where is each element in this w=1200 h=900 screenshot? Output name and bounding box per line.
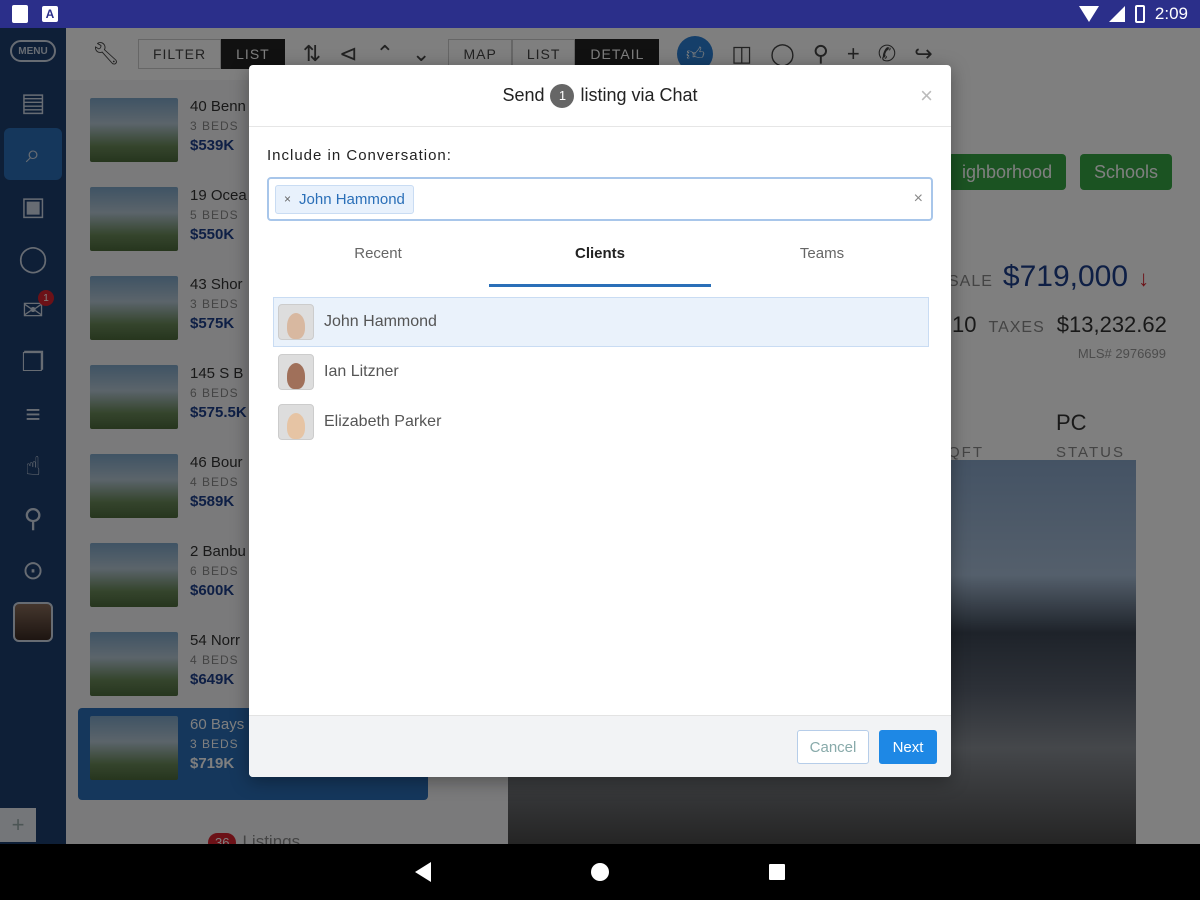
app-notification-icon: A [42,6,58,22]
signal-icon [1108,6,1125,22]
client-avatar [278,404,314,440]
tab-teams[interactable]: Teams [711,237,933,287]
home-icon[interactable] [591,863,609,881]
client-avatar [278,354,314,390]
client-list: John Hammond Ian Litzner Elizabeth Parke… [273,297,929,447]
status-time: 2:09 [1154,4,1188,23]
client-row[interactable]: Ian Litzner [273,347,929,397]
modal-title-prefix: Send [502,85,545,105]
notification-icon [12,5,28,23]
recent-apps-icon[interactable] [769,864,785,880]
recipient-input[interactable]: × John Hammond × [267,177,933,221]
send-listing-modal: Send 1 listing via Chat × Include in Con… [249,65,951,777]
modal-footer: Cancel Next [249,715,951,777]
next-button[interactable]: Next [879,730,937,764]
back-icon[interactable] [415,862,431,882]
recipient-chip[interactable]: × John Hammond [275,184,414,214]
client-row[interactable]: Elizabeth Parker [273,397,929,447]
include-label: Include in Conversation: [267,147,452,164]
battery-icon [1134,5,1145,23]
remove-recipient-icon[interactable]: × [284,192,291,206]
recipient-chip-label: John Hammond [299,190,405,208]
client-row[interactable]: John Hammond [273,297,929,347]
client-avatar [278,304,314,340]
status-bar: A 2:09 [0,0,1200,28]
client-name: Elizabeth Parker [324,413,442,430]
clear-recipients-icon[interactable]: × [914,190,923,208]
tab-recent[interactable]: Recent [267,237,489,287]
system-nav-bar [0,844,1200,900]
client-name: John Hammond [324,313,437,330]
cancel-button[interactable]: Cancel [797,730,869,764]
tab-clients[interactable]: Clients [489,237,711,287]
client-name: Ian Litzner [324,363,399,380]
app-window: MENU ▤ ⌕ ▣ ◯ ✉1 ❐ ≡ ☝ ⚲ ⊙ + 🔧︎ FILTER LI… [0,28,1200,844]
modal-header: Send 1 listing via Chat × [249,65,951,127]
close-icon[interactable]: × [920,83,933,109]
listing-count-badge: 1 [550,83,575,108]
modal-title-suffix: listing via Chat [580,85,698,105]
recipient-tabs: Recent Clients Teams [267,237,933,287]
wifi-icon [1078,6,1099,22]
